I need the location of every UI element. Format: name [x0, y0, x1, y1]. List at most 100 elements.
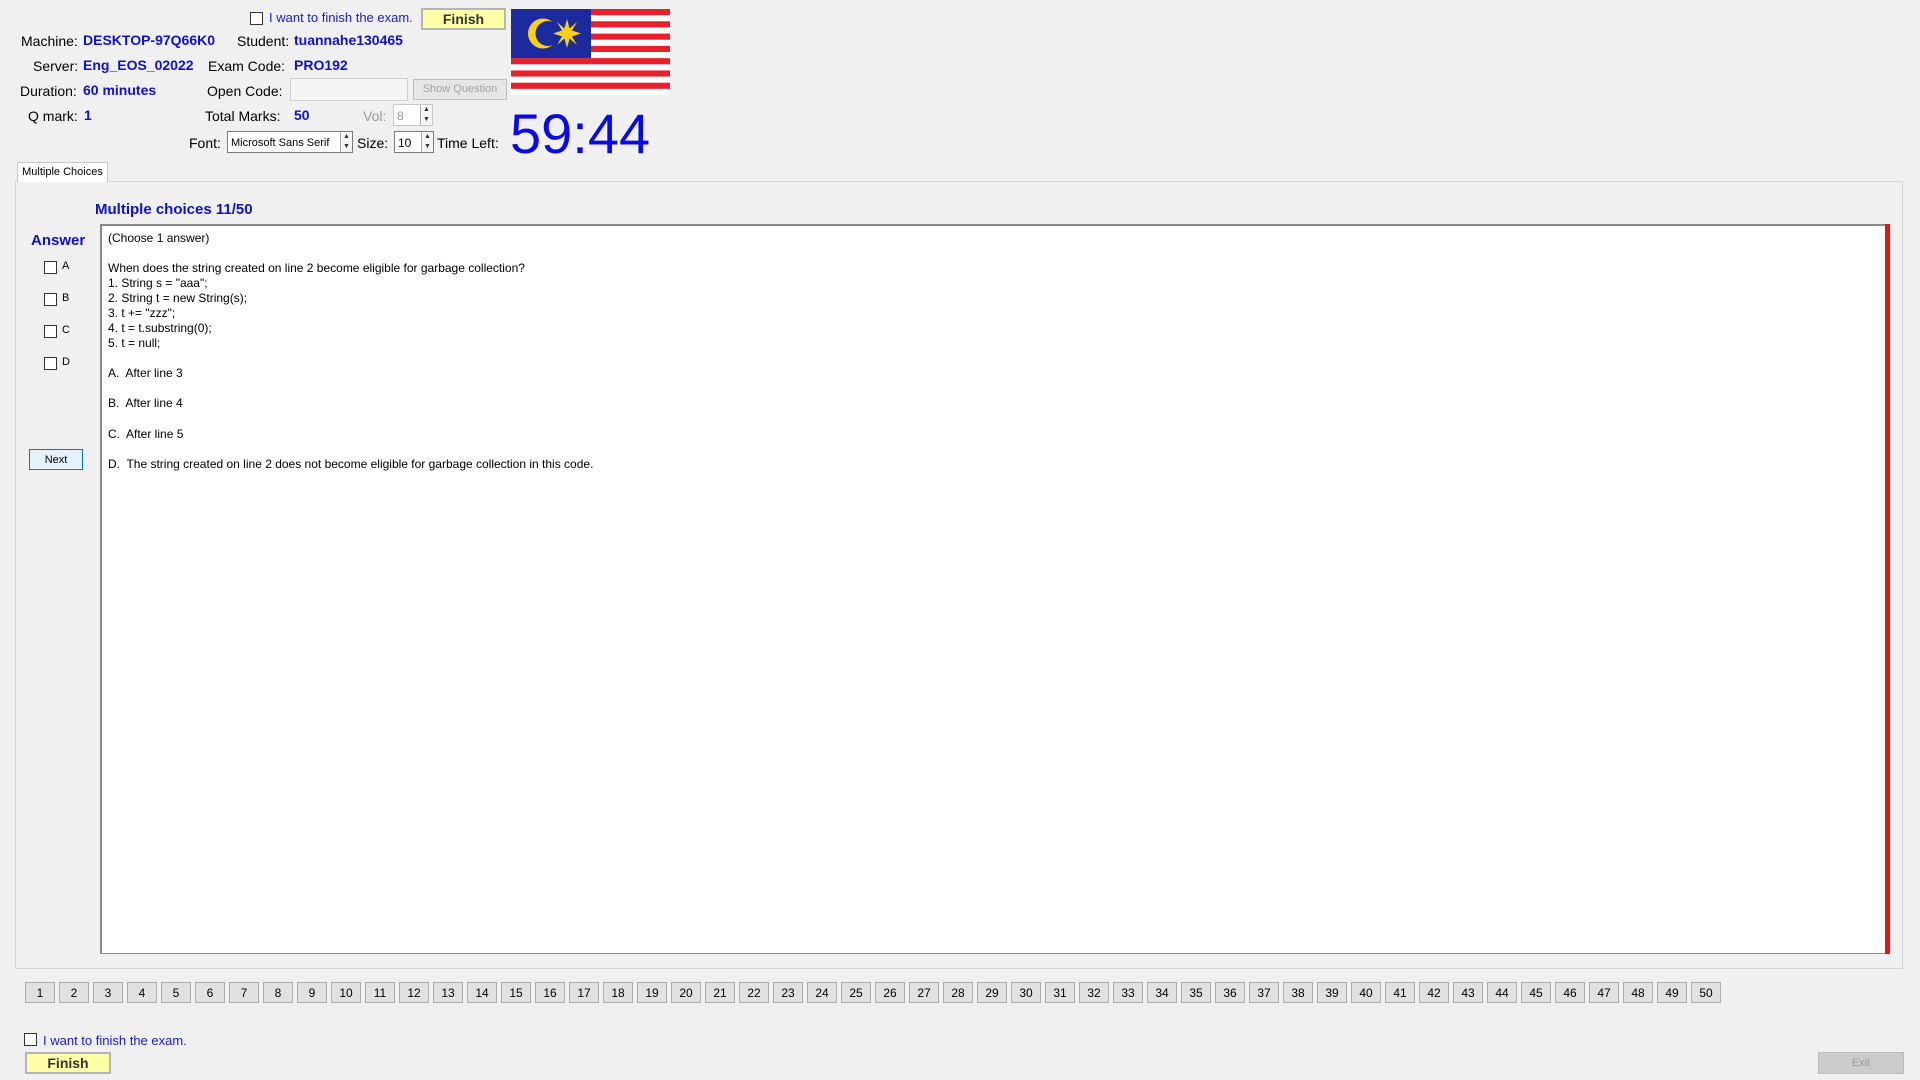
question-number-button[interactable]: 15 [501, 982, 531, 1003]
next-button[interactable]: Next [29, 449, 83, 470]
question-number-button[interactable]: 33 [1113, 982, 1143, 1003]
question-number-button[interactable]: 1 [25, 982, 55, 1003]
chevron-down-icon[interactable]: ▼ [341, 142, 352, 152]
open-code-label: Open Code: [207, 83, 283, 99]
answer-b-label[interactable]: B [62, 292, 69, 304]
qmark-value: 1 [84, 107, 92, 123]
answer-b-checkbox[interactable] [44, 293, 57, 306]
open-code-input[interactable] [290, 78, 408, 101]
finish-exam-label-top[interactable]: I want to finish the exam. [269, 10, 413, 25]
question-number-button[interactable]: 50 [1691, 982, 1721, 1003]
question-content-box [100, 224, 1887, 954]
question-number-button[interactable]: 32 [1079, 982, 1109, 1003]
volume-stepper[interactable]: 8 ▲ ▼ [393, 104, 433, 126]
question-number-button[interactable]: 35 [1181, 982, 1211, 1003]
question-number-button[interactable]: 39 [1317, 982, 1347, 1003]
question-number-button[interactable]: 37 [1249, 982, 1279, 1003]
answer-d-checkbox[interactable] [44, 357, 57, 370]
code-line: 2. String t = new String(s); [108, 291, 248, 305]
size-stepper[interactable]: 10 ▲ ▼ [394, 131, 434, 153]
chevron-down-icon[interactable]: ▼ [422, 142, 433, 152]
choice-d-text: D. The string created on line 2 does not… [108, 457, 594, 471]
question-number-button[interactable]: 31 [1045, 982, 1075, 1003]
question-number-button[interactable]: 20 [671, 982, 701, 1003]
qmark-label: Q mark: [28, 108, 78, 124]
answer-a-checkbox[interactable] [44, 261, 57, 274]
total-marks-value: 50 [294, 107, 310, 123]
question-number-button[interactable]: 9 [297, 982, 327, 1003]
font-selector-arrows[interactable]: ▲ ▼ [340, 132, 352, 152]
chevron-up-icon[interactable]: ▲ [341, 132, 352, 142]
chevron-up-icon[interactable]: ▲ [422, 132, 433, 142]
chevron-up-icon[interactable]: ▲ [421, 105, 432, 115]
question-number-button[interactable]: 27 [909, 982, 939, 1003]
finish-exam-checkbox-top[interactable] [250, 12, 263, 25]
question-number-button[interactable]: 11 [365, 982, 395, 1003]
question-prompt: When does the string created on line 2 b… [108, 261, 525, 275]
question-number-button[interactable]: 45 [1521, 982, 1551, 1003]
question-number-button[interactable]: 25 [841, 982, 871, 1003]
question-number-button[interactable]: 38 [1283, 982, 1313, 1003]
question-number-button[interactable]: 19 [637, 982, 667, 1003]
question-number-button[interactable]: 28 [943, 982, 973, 1003]
question-number-button[interactable]: 40 [1351, 982, 1381, 1003]
finish-exam-label-bottom[interactable]: I want to finish the exam. [43, 1033, 187, 1048]
volume-stepper-arrows[interactable]: ▲ ▼ [420, 105, 432, 125]
time-left-label: Time Left: [437, 135, 499, 151]
question-number-button[interactable]: 46 [1555, 982, 1585, 1003]
question-number-button[interactable]: 44 [1487, 982, 1517, 1003]
countdown-timer: 59:44 [510, 102, 651, 165]
answer-c-checkbox[interactable] [44, 325, 57, 338]
code-line: 4. t = t.substring(0); [108, 321, 212, 335]
question-number-button[interactable]: 10 [331, 982, 361, 1003]
question-number-button[interactable]: 21 [705, 982, 735, 1003]
question-number-button[interactable]: 13 [433, 982, 463, 1003]
finish-button-bottom[interactable]: Finish [25, 1052, 111, 1074]
code-line: 1. String s = "aaa"; [108, 276, 208, 290]
question-number-button[interactable]: 17 [569, 982, 599, 1003]
answer-label: Answer [31, 232, 86, 249]
question-number-button[interactable]: 16 [535, 982, 565, 1003]
question-number-button[interactable]: 36 [1215, 982, 1245, 1003]
show-question-button[interactable]: Show Question [413, 79, 507, 100]
question-number-button[interactable]: 49 [1657, 982, 1687, 1003]
answer-a-label[interactable]: A [62, 260, 69, 272]
finish-exam-checkbox-bottom[interactable] [24, 1033, 37, 1046]
question-number-button[interactable]: 47 [1589, 982, 1619, 1003]
question-instruction: (Choose 1 answer) [108, 231, 210, 245]
question-number-button[interactable]: 30 [1011, 982, 1041, 1003]
answer-d-label[interactable]: D [62, 356, 70, 368]
question-number-button[interactable]: 22 [739, 982, 769, 1003]
question-number-button[interactable]: 41 [1385, 982, 1415, 1003]
question-number-button[interactable]: 29 [977, 982, 1007, 1003]
question-number-button[interactable]: 48 [1623, 982, 1653, 1003]
answer-c-label[interactable]: C [62, 324, 70, 336]
server-label: Server: [33, 58, 79, 74]
question-number-button[interactable]: 14 [467, 982, 497, 1003]
question-scrollbar[interactable] [1885, 224, 1890, 954]
chevron-down-icon[interactable]: ▼ [421, 115, 432, 125]
code-line: 3. t += "zzz"; [108, 306, 176, 320]
question-number-button[interactable]: 26 [875, 982, 905, 1003]
question-number-button[interactable]: 8 [263, 982, 293, 1003]
question-number-button[interactable]: 6 [195, 982, 225, 1003]
question-number-button[interactable]: 42 [1419, 982, 1449, 1003]
question-number-button[interactable]: 4 [127, 982, 157, 1003]
question-number-button[interactable]: 34 [1147, 982, 1177, 1003]
tab-multiple-choices[interactable]: Multiple Choices [17, 162, 108, 182]
question-number-button[interactable]: 2 [59, 982, 89, 1003]
question-number-button[interactable]: 12 [399, 982, 429, 1003]
finish-button-top[interactable]: Finish [421, 8, 506, 30]
size-label: Size: [357, 135, 389, 151]
question-number-button[interactable]: 43 [1453, 982, 1483, 1003]
question-number-button[interactable]: 24 [807, 982, 837, 1003]
size-stepper-arrows[interactable]: ▲ ▼ [421, 132, 433, 152]
font-selector[interactable]: Microsoft Sans Serif ▲ ▼ [227, 131, 353, 153]
question-number-button[interactable]: 7 [229, 982, 259, 1003]
question-number-button[interactable]: 5 [161, 982, 191, 1003]
exit-button[interactable]: Exit [1818, 1052, 1904, 1074]
question-number-button[interactable]: 3 [93, 982, 123, 1003]
question-number-button[interactable]: 18 [603, 982, 633, 1003]
choice-c-text: C. After line 5 [108, 427, 184, 441]
question-number-button[interactable]: 23 [773, 982, 803, 1003]
